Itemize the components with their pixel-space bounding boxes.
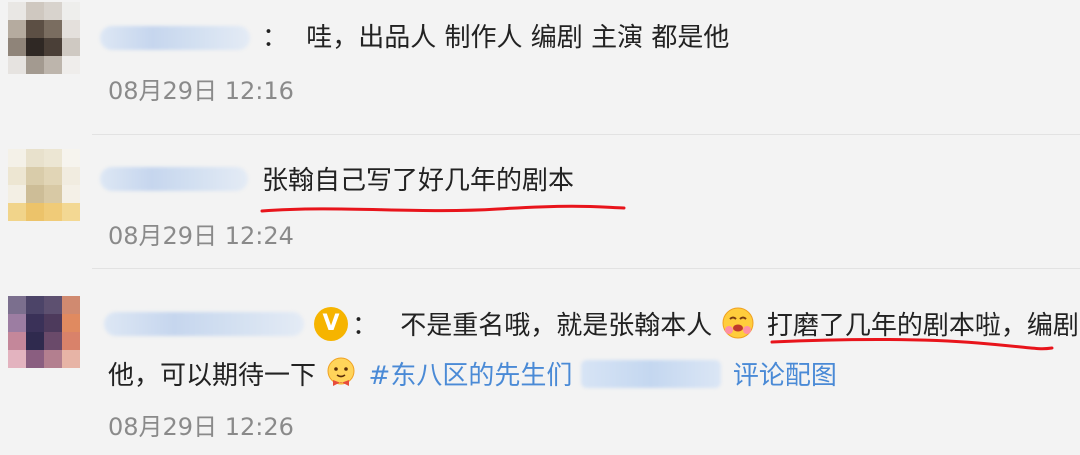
comment-body-line2: 他，可以期待一下 (108, 361, 317, 391)
comment-body: 哇，出品人 制作人 编剧 主演 都是他 (306, 23, 730, 53)
hugging-face-emoji (722, 307, 754, 339)
comment-time-3: 08月29日 12:26 (108, 413, 294, 441)
red-underline-1 (260, 204, 626, 213)
verified-icon: V (314, 307, 348, 341)
comment-text-1: ： 哇，出品人 制作人 编剧 主演 都是他 (262, 20, 729, 56)
comment-body-part1: 不是重名哦，就是张翰本人 (400, 311, 713, 341)
divider (92, 268, 1080, 269)
comment-time-1: 08月29日 12:16 (108, 77, 294, 105)
comment-time-2: 08月29日 12:24 (108, 222, 294, 250)
comment-text-3-line2: 他，可以期待一下 #东八区的先生们 评论配图 (108, 356, 837, 394)
user-avatar-3[interactable] (8, 296, 80, 368)
user-avatar-1[interactable] (8, 2, 80, 74)
comment-text-2: 张翰自己写了好几年的剧本 (262, 166, 575, 196)
comment-item-2: 张翰自己写了好几年的剧本 08月29日 12:24 (0, 135, 1080, 270)
bow-face-emoji (327, 357, 355, 386)
hashtag-link[interactable]: #东八区的先生们 (369, 361, 573, 391)
user-avatar-2[interactable] (8, 149, 80, 221)
separator: ： (352, 311, 379, 341)
red-underline-2 (770, 338, 1054, 351)
comment-image-link[interactable]: 评论配图 (733, 361, 837, 391)
comment-item-3: V ： 不是重名哦，就是张翰本人 打磨了几年的剧本啦，编剧 他，可以期待一下 #… (0, 270, 1080, 455)
separator: ： (262, 23, 289, 53)
username-blurred-1[interactable] (100, 26, 250, 50)
blurred-link[interactable] (580, 360, 721, 388)
comment-item-1: ： 哇，出品人 制作人 编剧 主演 都是他 08月29日 12:16 (0, 0, 1080, 135)
username-blurred-2[interactable] (100, 167, 248, 191)
username-blurred-3[interactable] (104, 312, 304, 336)
